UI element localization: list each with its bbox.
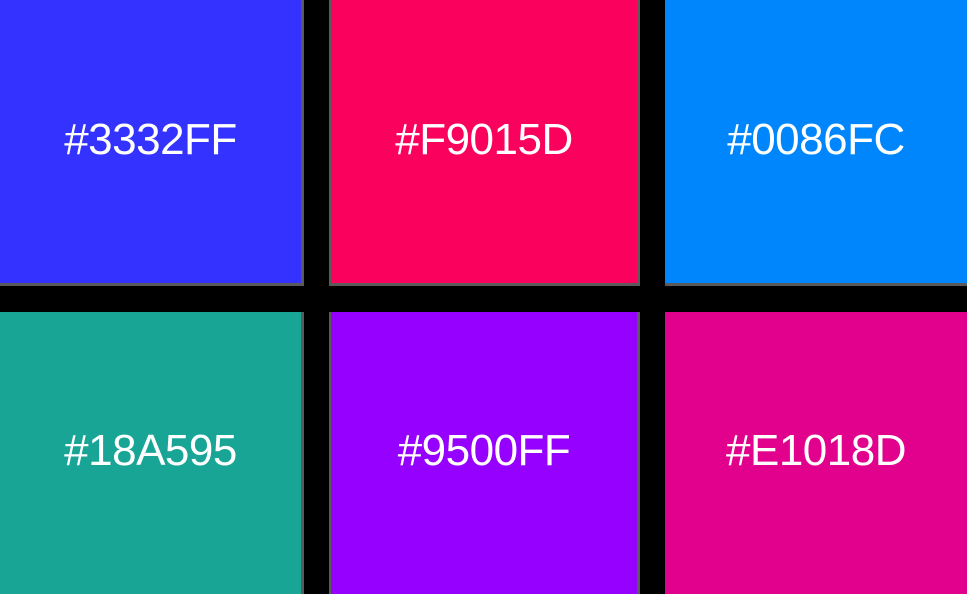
swatch-hex-label: #0086FC xyxy=(727,114,905,164)
color-swatch-2: #F9015D xyxy=(329,0,640,286)
color-swatch-6: #E1018D xyxy=(665,312,967,594)
swatch-hex-label: #E1018D xyxy=(726,426,906,475)
swatch-hex-label: #3332FF xyxy=(64,114,237,164)
swatch-hex-label: #9500FF xyxy=(397,426,571,475)
color-swatch-3: #0086FC xyxy=(665,0,967,286)
color-swatch-5: #9500FF xyxy=(329,312,640,594)
color-swatch-1: #3332FF xyxy=(0,0,304,286)
swatch-hex-label: #F9015D xyxy=(395,114,573,164)
swatch-hex-label: #18A595 xyxy=(64,426,237,475)
color-swatch-4: #18A595 xyxy=(0,312,304,594)
